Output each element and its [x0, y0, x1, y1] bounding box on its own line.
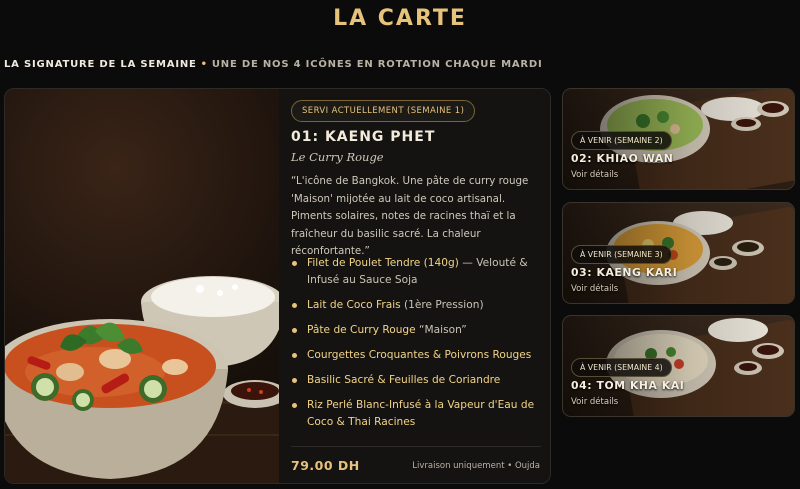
card-title: 03: KAENG KARI: [571, 266, 678, 279]
status-badge: À VENIR (SEMAINE 2): [571, 131, 672, 150]
subtitle-separator: •: [200, 59, 208, 70]
ingredient-name: Lait de Coco Frais: [307, 299, 401, 311]
card-title: 04: TOM KHA KAI: [571, 379, 685, 392]
view-details-link[interactable]: Voir détails: [571, 170, 618, 180]
dish-description: “L'icône de Bangkok. Une pâte de curry r…: [291, 175, 529, 257]
upcoming-dish-card-2[interactable]: À VENIR (SEMAINE 2) 02: KHIAO WAN Voir d…: [562, 88, 795, 190]
subtitle-lead: LA SIGNATURE DE LA SEMAINE: [4, 59, 197, 70]
ingredient-name: Riz Perlé Blanc-Infusé à la Vapeur d'Eau…: [307, 399, 535, 428]
upcoming-dish-card-4[interactable]: À VENIR (SEMAINE 4) 04: TOM KHA KAI Voir…: [562, 315, 795, 417]
ingredient-item: Lait de Coco Frais (1ère Pression): [291, 297, 546, 314]
ingredient-list: Filet de Poulet Tendre (140g) — Velouté …: [291, 255, 546, 439]
ingredient-item: Pâte de Curry Rouge “Maison”: [291, 322, 546, 339]
featured-dish-info: SERVI ACTUELLEMENT (SEMAINE 1) 01: KAENG…: [279, 89, 550, 483]
ingredient-item: Courgettes Croquantes & Poivrons Rouges: [291, 347, 546, 364]
ingredient-name: Courgettes Croquantes & Poivrons Rouges: [307, 349, 532, 361]
view-details-link[interactable]: Voir détails: [571, 284, 618, 294]
subtitle-rest: UNE DE NOS 4 ICÔNES EN ROTATION CHAQUE M…: [211, 59, 543, 70]
divider: [291, 446, 541, 447]
section-subtitle: LA SIGNATURE DE LA SEMAINE • UNE DE NOS 4 …: [4, 59, 543, 70]
ingredient-item: Basilic Sacré & Feuilles de Coriandre: [291, 372, 546, 389]
ingredient-detail: (1ère Pression): [400, 299, 484, 311]
delivery-note: Livraison uniquement • Oujda: [412, 461, 540, 471]
price: 79.00 DH: [291, 458, 360, 473]
ingredient-detail: “Maison”: [415, 324, 467, 336]
view-details-link[interactable]: Voir détails: [571, 397, 618, 407]
page-title: LA CARTE: [333, 6, 467, 31]
status-badge: À VENIR (SEMAINE 4): [571, 358, 672, 377]
ingredient-name: Basilic Sacré & Feuilles de Coriandre: [307, 374, 501, 386]
card-title: 02: KHIAO WAN: [571, 152, 674, 165]
ingredient-item: Filet de Poulet Tendre (140g) — Velouté …: [291, 255, 546, 289]
upcoming-dish-card-3[interactable]: À VENIR (SEMAINE 3) 03: KAENG KARI Voir …: [562, 202, 795, 304]
ingredient-name: Filet de Poulet Tendre (140g): [307, 257, 459, 269]
dish-title: 01: KAENG PHET: [291, 129, 436, 145]
featured-dish-photo: [5, 89, 279, 483]
ingredient-item: Riz Perlé Blanc-Infusé à la Vapeur d'Eau…: [291, 397, 546, 431]
ingredient-name: Pâte de Curry Rouge: [307, 324, 416, 336]
status-badge: À VENIR (SEMAINE 3): [571, 245, 672, 264]
featured-dish-card[interactable]: SERVI ACTUELLEMENT (SEMAINE 1) 01: KAENG…: [4, 88, 551, 484]
dish-subtitle: Le Curry Rouge: [291, 150, 384, 164]
status-badge: SERVI ACTUELLEMENT (SEMAINE 1): [291, 100, 476, 122]
